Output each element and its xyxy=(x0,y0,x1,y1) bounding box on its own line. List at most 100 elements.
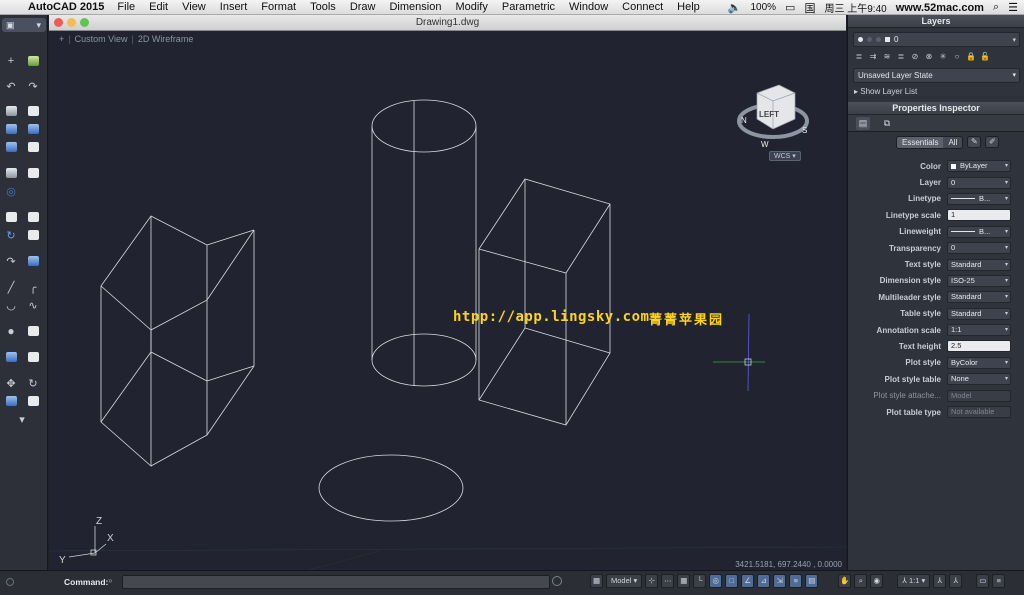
property-value-select[interactable]: ISO-25 ▾ xyxy=(947,274,1011,287)
input-method-icon[interactable]: 国 xyxy=(804,0,815,16)
model-space-button[interactable]: Model ▾ xyxy=(606,574,643,588)
snap-icon[interactable]: ⋯ xyxy=(661,574,675,588)
property-value-select[interactable]: B... ▾ xyxy=(947,225,1011,238)
text-icon[interactable] xyxy=(25,393,41,409)
property-value-select[interactable]: ByLayer ▾ xyxy=(947,160,1011,173)
battery-icon[interactable]: ▭ xyxy=(785,1,795,14)
status-menu-icon[interactable]: ≡ xyxy=(992,574,1006,588)
lock-icon[interactable] xyxy=(25,227,41,243)
property-value-select[interactable]: Standard ▾ xyxy=(947,258,1011,271)
layers-panel-title[interactable]: Layers xyxy=(848,15,1024,28)
filter-essentials-button[interactable]: Essentials xyxy=(897,136,944,148)
section-icon[interactable] xyxy=(3,209,19,225)
array-icon[interactable] xyxy=(3,349,19,365)
property-value-select[interactable]: 0 ▾ xyxy=(947,242,1011,255)
pan-icon[interactable]: ✋ xyxy=(838,574,852,588)
zoom-icon[interactable]: ⌕ xyxy=(854,574,868,588)
menu-edit[interactable]: Edit xyxy=(149,1,168,13)
notification-center-icon[interactable]: ☰ xyxy=(1008,1,1018,14)
layer-isolate-icon[interactable]: ⊘ xyxy=(910,52,920,62)
redo-icon[interactable]: ↷ xyxy=(25,78,41,94)
move-3d-icon[interactable]: ↻ xyxy=(3,227,19,243)
layer-previous-icon[interactable]: ≣ xyxy=(896,52,906,62)
union-icon[interactable] xyxy=(25,121,41,137)
battery-percent[interactable]: 100% xyxy=(750,2,776,13)
grid-display-icon[interactable]: ▦ xyxy=(677,574,691,588)
layer-lock-tool-icon[interactable]: 🔒 xyxy=(966,52,976,62)
menu-modify[interactable]: Modify xyxy=(455,1,487,13)
property-value-select[interactable]: Standard ▾ xyxy=(947,307,1011,320)
undo-icon[interactable]: ↶ xyxy=(3,78,19,94)
show-layer-list-toggle[interactable]: ▸ Show Layer List xyxy=(854,87,1024,96)
object-snap-icon[interactable]: □ xyxy=(725,574,739,588)
annotation-scale-button[interactable]: ⅄ 1:1 ▾ xyxy=(897,574,931,588)
align-icon[interactable] xyxy=(25,253,41,269)
quick-select-icon[interactable]: ✎ xyxy=(967,136,982,148)
mesh-icon[interactable] xyxy=(3,165,19,181)
pick-object-icon[interactable]: ✐ xyxy=(985,136,1000,148)
orbit-status-icon[interactable]: ◉ xyxy=(870,574,884,588)
polar-tracking-icon[interactable]: ◎ xyxy=(709,574,723,588)
menu-dimension[interactable]: Dimension xyxy=(389,1,441,13)
rotate-icon[interactable]: ↻ xyxy=(25,375,41,391)
arc-icon[interactable]: ◡ xyxy=(3,297,19,313)
command-input[interactable] xyxy=(122,575,550,589)
visual-style-button[interactable]: 2D Wireframe xyxy=(138,34,194,44)
hatch-icon[interactable] xyxy=(3,393,19,409)
menu-view[interactable]: View xyxy=(182,1,206,13)
workspace-settings-icon[interactable]: ▭ xyxy=(976,574,990,588)
model-viewport[interactable]: Z Y X LEFT N S W + | Custom View | 2D Wi… xyxy=(49,31,846,570)
workspace-switcher[interactable]: ▣ ▾ xyxy=(2,18,46,32)
rotate-3d-icon[interactable]: ↷ xyxy=(3,253,19,269)
spline-icon[interactable]: ∿ xyxy=(25,297,41,313)
layer-props-icon[interactable]: ≣ xyxy=(854,52,864,62)
command-line-grip-icon[interactable] xyxy=(6,578,14,586)
add-tool-icon[interactable]: + xyxy=(3,53,19,69)
menu-file[interactable]: File xyxy=(117,1,135,13)
infer-constraints-icon[interactable]: ⊹ xyxy=(645,574,659,588)
property-value-select[interactable]: 0 ▾ xyxy=(947,176,1011,189)
app-name-menu[interactable]: AutoCAD 2015 xyxy=(28,1,104,13)
layer-unlock-icon[interactable]: 🔓 xyxy=(980,52,990,62)
menu-tools[interactable]: Tools xyxy=(310,1,336,13)
filter-all-button[interactable]: All xyxy=(943,136,963,148)
menu-format[interactable]: Format xyxy=(261,1,296,13)
rectangle-icon[interactable] xyxy=(25,323,41,339)
object-tracking-icon[interactable]: ⊿ xyxy=(757,574,771,588)
property-value-input[interactable]: 2.5 xyxy=(947,340,1011,353)
command-history-caret[interactable]: » xyxy=(108,576,112,585)
layer-freeze-tool-icon[interactable]: ✳ xyxy=(938,52,948,62)
dynamic-input-icon[interactable]: ≡ xyxy=(789,574,803,588)
volume-icon[interactable]: 🔈 xyxy=(728,1,742,14)
menu-draw[interactable]: Draw xyxy=(350,1,376,13)
wcs-menu[interactable]: WCS ▾ xyxy=(769,151,801,161)
extrude-icon[interactable] xyxy=(3,121,19,137)
tab-quick-select-icon[interactable]: ⧉ xyxy=(880,117,894,130)
tab-properties-icon[interactable]: ▤ xyxy=(856,116,870,130)
orbit-icon[interactable]: ◎ xyxy=(3,183,19,199)
command-line-close-icon[interactable] xyxy=(552,576,562,586)
property-value-select[interactable]: None ▾ xyxy=(947,373,1011,386)
layer-off-icon[interactable]: ○ xyxy=(952,52,962,62)
property-value-select[interactable]: Standard ▾ xyxy=(947,291,1011,304)
view-name-button[interactable]: Custom View xyxy=(75,34,128,44)
menu-connect[interactable]: Connect xyxy=(622,1,663,13)
smooth-icon[interactable] xyxy=(25,165,41,181)
property-value-input[interactable]: 1 xyxy=(947,209,1011,222)
slice-icon[interactable] xyxy=(25,209,41,225)
cylinder-solid-icon[interactable] xyxy=(25,103,41,119)
current-layer-select[interactable]: 0 ▾ xyxy=(853,32,1020,47)
menu-window[interactable]: Window xyxy=(569,1,608,13)
layout-grid-icon[interactable]: ▦ xyxy=(590,574,603,588)
clock[interactable]: 周三 上午9:40 xyxy=(824,0,886,15)
line-icon[interactable]: ╱ xyxy=(3,279,19,295)
erase-icon[interactable] xyxy=(25,349,41,365)
circle-icon[interactable]: ● xyxy=(3,323,19,339)
property-value-select[interactable]: ByColor ▾ xyxy=(947,356,1011,369)
dynamic-ucs-icon[interactable]: ⇲ xyxy=(773,574,787,588)
annotation-visibility-icon[interactable]: ⅄ xyxy=(933,574,947,588)
viewport-menu-button[interactable]: + xyxy=(59,34,64,44)
property-value-select[interactable]: 1:1 ▾ xyxy=(947,324,1011,337)
move-icon[interactable]: ✥ xyxy=(3,375,19,391)
shell-icon[interactable] xyxy=(25,139,41,155)
